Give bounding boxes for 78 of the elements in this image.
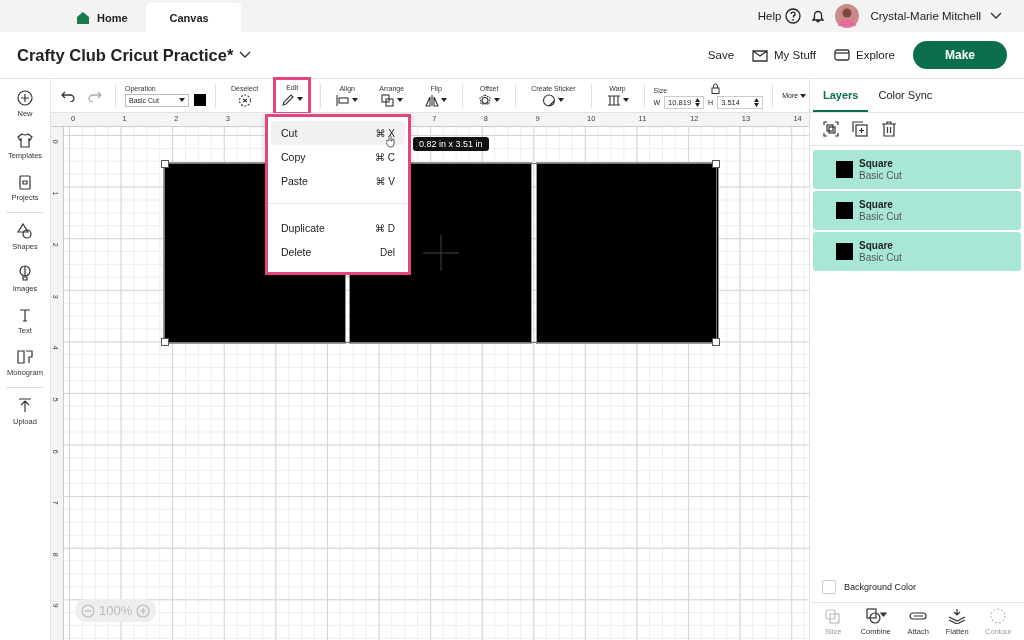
- help-icon[interactable]: [785, 8, 802, 24]
- flip-icon: [425, 93, 440, 107]
- caret-icon: [179, 98, 185, 102]
- caret-icon: [297, 97, 304, 101]
- resize-handle[interactable]: [161, 338, 169, 346]
- caret-icon: [558, 98, 565, 102]
- layer-thumbnail: [836, 161, 853, 178]
- chevron-icon[interactable]: [990, 12, 1002, 20]
- trash-icon[interactable]: [881, 121, 897, 137]
- app-tab[interactable]: Canvas: [145, 3, 241, 32]
- panel-tab[interactable]: Color Sync: [868, 79, 943, 112]
- chevron-icon[interactable]: [239, 51, 252, 59]
- caret-icon: [622, 98, 629, 102]
- layer-name: Square: [859, 199, 894, 210]
- offset-icon: [478, 93, 493, 107]
- app-tab[interactable]: Home: [64, 3, 146, 32]
- make-button[interactable]: Make: [913, 41, 1007, 69]
- caret-icon: [441, 98, 448, 102]
- group-icon[interactable]: [823, 121, 839, 137]
- menu-item[interactable]: Copy ⌘ C: [271, 145, 405, 169]
- align-left-icon: [336, 93, 351, 107]
- clipboard-icon: [17, 174, 33, 190]
- shapes-icon: [17, 223, 33, 239]
- combine-icon: [864, 608, 887, 624]
- my-stuff-link[interactable]: My Stuff: [774, 49, 816, 61]
- project-title[interactable]: Crafty Club Cricut Practice*: [17, 45, 234, 65]
- layer-item[interactable]: Square Basic Cut: [813, 232, 1021, 271]
- plus-icon: [17, 90, 33, 106]
- stepper-icon[interactable]: [695, 97, 701, 107]
- house-icon: [76, 10, 90, 25]
- caret-icon: [352, 98, 359, 102]
- layer-item[interactable]: Square Basic Cut: [813, 191, 1021, 230]
- layers-icon: [380, 93, 395, 107]
- avatar[interactable]: [835, 4, 860, 28]
- caret-icon: [800, 93, 807, 98]
- layer-thumbnail: [836, 243, 853, 260]
- bell-icon[interactable]: [810, 8, 827, 24]
- save-link[interactable]: Save: [707, 49, 735, 61]
- layer-operation: Basic Cut: [859, 211, 902, 222]
- layer-item[interactable]: Square Basic Cut: [813, 150, 1021, 189]
- menu-item[interactable]: Duplicate ⌘ D: [271, 216, 405, 240]
- user-name[interactable]: Crystal-Marie Mitchell: [870, 10, 981, 22]
- grid-icon: [606, 93, 621, 107]
- crosshair-icon: [423, 235, 459, 271]
- shirt-icon: [17, 132, 33, 148]
- resize-handle[interactable]: [712, 338, 720, 346]
- monogram-icon: [17, 349, 33, 365]
- checkbox-label: Background Color: [844, 582, 917, 592]
- explore-link[interactable]: Explore: [856, 49, 895, 61]
- balloon-icon: [17, 265, 33, 281]
- caret-icon: [396, 98, 403, 102]
- caret-icon: [494, 98, 501, 102]
- sticker-icon: [542, 93, 557, 107]
- menu-item[interactable]: Paste ⌘ V: [271, 169, 405, 193]
- size-tooltip: 0.82 in x 3.51 in: [413, 137, 489, 151]
- resize-handle[interactable]: [712, 160, 720, 168]
- layer-operation: Basic Cut: [859, 252, 902, 263]
- layer-operation: Basic Cut: [859, 170, 902, 181]
- color-swatch[interactable]: [194, 94, 206, 106]
- stepper-icon[interactable]: [754, 97, 760, 107]
- lock-icon[interactable]: [711, 82, 721, 94]
- envelope-icon[interactable]: [752, 48, 769, 62]
- pencil-icon: [281, 92, 296, 106]
- menu-item[interactable]: Delete Del: [271, 240, 405, 264]
- text-icon: [17, 307, 33, 323]
- resize-handle[interactable]: [161, 160, 169, 168]
- dashed-circle-icon: [237, 93, 252, 107]
- layer-thumbnail: [836, 202, 853, 219]
- undo-icon[interactable]: [61, 89, 75, 102]
- hand-cursor-icon: [386, 135, 396, 148]
- panel-tab[interactable]: Layers: [813, 79, 869, 112]
- upload-icon: [17, 398, 33, 414]
- duplicate-icon[interactable]: [852, 121, 868, 137]
- layer-name: Square: [859, 158, 894, 169]
- help-link[interactable]: Help: [757, 10, 782, 22]
- checkbox[interactable]: [822, 580, 836, 594]
- layer-name: Square: [859, 240, 894, 251]
- browser-icon[interactable]: [834, 49, 850, 61]
